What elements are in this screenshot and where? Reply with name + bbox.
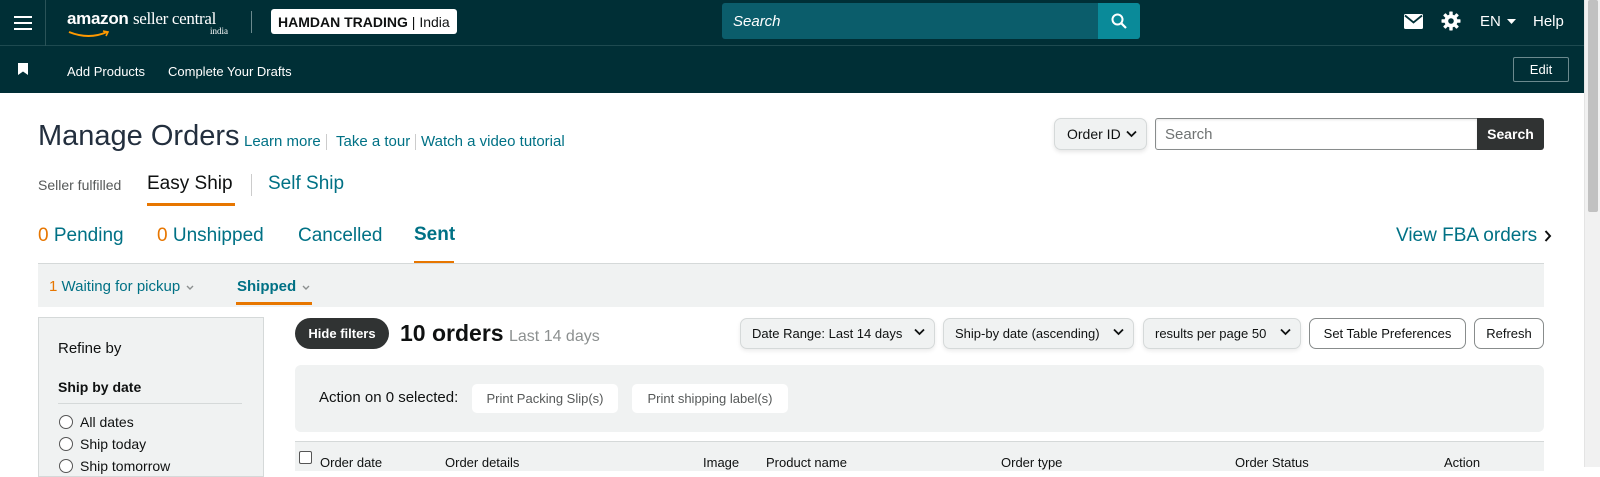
seller-fulfilled-label: Seller fulfilled (38, 177, 122, 193)
nav-complete-drafts[interactable]: Complete Your Drafts (168, 64, 292, 79)
results-per-page-dropdown[interactable]: results per page 50 (1143, 318, 1301, 349)
print-shipping-label-button[interactable]: Print shipping label(s) (632, 384, 788, 413)
active-tab-underline (236, 302, 312, 305)
page-title: Manage Orders (38, 120, 240, 152)
chevron-right-icon (1545, 230, 1552, 242)
column-order-date[interactable]: Order date (320, 455, 382, 470)
bookmark-icon[interactable] (18, 63, 28, 75)
store-switcher[interactable]: HAMDAN TRADING | India (271, 9, 457, 34)
set-table-preferences-button[interactable]: Set Table Preferences (1309, 318, 1466, 349)
select-all-checkbox[interactable] (299, 451, 312, 464)
scrollbar[interactable] (1584, 0, 1600, 467)
chevron-down-icon (1113, 328, 1124, 336)
search-icon (1111, 13, 1127, 29)
scrollbar-thumb[interactable] (1588, 0, 1598, 212)
order-search-input[interactable]: Search (1155, 118, 1478, 150)
nav-add-products[interactable]: Add Products (67, 64, 145, 79)
tab-easy-ship[interactable]: Easy Ship (147, 173, 233, 195)
global-search-button[interactable] (1098, 3, 1140, 39)
radio-button[interactable] (59, 437, 73, 451)
store-name: HAMDAN TRADING (278, 13, 408, 30)
refresh-button[interactable]: Refresh (1474, 318, 1544, 349)
orders-range: Last 14 days (509, 328, 600, 345)
video-tutorial-link[interactable]: Watch a video tutorial (421, 133, 565, 150)
column-image: Image (703, 455, 740, 470)
orders-count: 10 orders (400, 320, 504, 346)
chevron-down-icon (186, 285, 194, 290)
column-action: Action (1444, 455, 1481, 470)
search-type-select[interactable]: Order ID (1054, 118, 1147, 150)
tab-pending[interactable]: 0 Pending (38, 225, 124, 247)
logo-region: india (210, 26, 228, 36)
subtab-waiting-for-pickup[interactable]: 1 Waiting for pickup (49, 278, 194, 295)
gear-icon[interactable] (1441, 11, 1461, 31)
ship-by-date-heading: Ship by date (58, 379, 142, 395)
tab-self-ship[interactable]: Self Ship (268, 173, 344, 195)
refine-panel: Refine by Ship by date All dates Ship to… (38, 317, 264, 477)
chevron-down-icon (914, 328, 925, 336)
nav-bar: Add Products Complete Your Drafts Edit (0, 46, 1584, 93)
hide-filters-button[interactable]: Hide filters (295, 318, 389, 349)
radio-ship-tomorrow[interactable]: Ship tomorrow (59, 458, 170, 474)
refine-title: Refine by (58, 340, 122, 357)
tab-sent[interactable]: Sent (414, 224, 455, 246)
global-search-input[interactable]: Search (733, 13, 781, 30)
active-tab-underline (147, 203, 235, 206)
edit-nav-button[interactable]: Edit (1513, 57, 1569, 82)
column-order-status: Order Status (1235, 455, 1309, 470)
column-order-details: Order details (445, 455, 520, 470)
radio-ship-today[interactable]: Ship today (59, 436, 146, 452)
subtab-shipped[interactable]: Shipped (237, 278, 310, 295)
view-fba-orders-link[interactable]: View FBA orders (1396, 225, 1552, 247)
chevron-down-icon (1280, 328, 1291, 336)
radio-all-dates[interactable]: All dates (59, 414, 134, 430)
chevron-down-icon (302, 285, 310, 290)
amazon-smile-icon (68, 30, 110, 37)
divider (58, 403, 242, 404)
learn-more-link[interactable]: Learn more (244, 133, 321, 150)
caret-down-icon (1507, 19, 1517, 25)
tab-unshipped[interactable]: 0 Unshipped (157, 225, 264, 247)
bulk-action-bar: Action on 0 selected: Print Packing Slip… (295, 365, 1544, 432)
mail-icon[interactable] (1404, 14, 1423, 29)
global-search[interactable]: Search (722, 3, 1140, 39)
store-region: India (419, 13, 450, 30)
divider (251, 174, 252, 196)
hamburger-menu-button[interactable] (0, 0, 46, 46)
tab-cancelled[interactable]: Cancelled (298, 225, 383, 247)
column-order-type: Order type (1001, 455, 1063, 470)
language-selector[interactable]: EN (1480, 13, 1517, 30)
divider (251, 11, 252, 33)
take-tour-link[interactable]: Take a tour (336, 133, 410, 150)
order-search-button[interactable]: Search (1477, 118, 1544, 150)
menu-icon (13, 16, 32, 30)
seller-central-logo[interactable]: amazon seller central india (67, 9, 228, 37)
date-range-dropdown[interactable]: Date Range: Last 14 days (740, 318, 935, 349)
print-packing-slip-button[interactable]: Print Packing Slip(s) (472, 384, 618, 413)
sort-dropdown[interactable]: Ship-by date (ascending) (943, 318, 1134, 349)
top-bar: amazon seller central india HAMDAN TRADI… (0, 0, 1584, 46)
chevron-down-icon (1126, 130, 1137, 138)
column-product-name: Product name (766, 455, 847, 470)
radio-button[interactable] (59, 415, 73, 429)
divider (326, 134, 327, 150)
divider (415, 134, 416, 150)
help-link[interactable]: Help (1533, 13, 1564, 30)
radio-button[interactable] (59, 459, 73, 473)
selected-count-label: Action on 0 selected: (319, 389, 459, 406)
